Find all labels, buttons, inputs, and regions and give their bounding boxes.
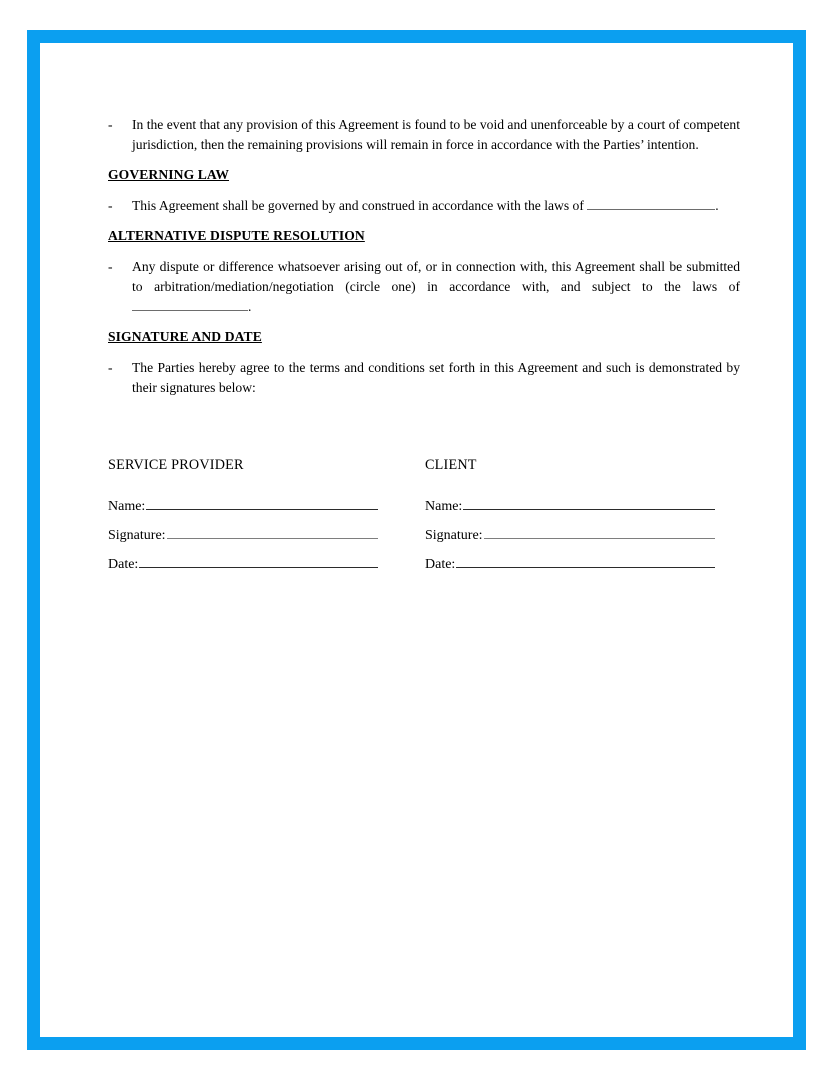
field-row-client-name: Name:	[425, 496, 715, 525]
heading-governing-law: GOVERNING LAW	[108, 167, 230, 182]
bullet-dash-icon: -	[108, 259, 113, 274]
field-row-service-provider-name: Name:	[108, 496, 425, 525]
document-page-sheet: - In the event that any provision of thi…	[40, 43, 793, 1037]
clause-governing-law-period: .	[715, 198, 719, 213]
field-row-service-provider-date: Date:	[108, 554, 425, 583]
heading-alternative-dispute-resolution: ALTERNATIVE DISPUTE RESOLUTION	[108, 228, 365, 243]
field-input-service-provider-date[interactable]	[139, 554, 378, 568]
page-blue-border-frame: - In the event that any provision of thi…	[27, 30, 806, 1050]
clause-adr-period: .	[248, 299, 252, 314]
clause-alternative-dispute-resolution: - Any dispute or difference whatsoever a…	[94, 257, 740, 317]
clause-adr-text: Any dispute or difference whatsoever ari…	[132, 257, 740, 317]
field-input-service-provider-name[interactable]	[146, 496, 378, 510]
clause-adr-lead: Any dispute or difference whatsoever ari…	[132, 259, 740, 294]
field-label-signature: Signature:	[108, 528, 166, 543]
bullet-dash-icon: -	[108, 117, 113, 132]
field-input-client-date[interactable]	[456, 554, 715, 568]
field-row-client-signature: Signature:	[425, 525, 715, 554]
field-input-client-signature[interactable]	[483, 525, 715, 539]
signature-column-service-provider: SERVICE PROVIDER Name: Signature: Date:	[108, 455, 425, 583]
clause-governing-law-text: This Agreement shall be governed by and …	[132, 196, 740, 216]
clause-severability: - In the event that any provision of thi…	[94, 115, 740, 155]
bullet-dash-icon: -	[108, 198, 113, 213]
field-label-date: Date:	[108, 557, 139, 572]
bullet-dash-icon: -	[108, 360, 113, 375]
field-label-signature: Signature:	[425, 528, 483, 543]
field-label-name: Name:	[108, 499, 146, 514]
signature-columns: SERVICE PROVIDER Name: Signature: Date:	[108, 455, 718, 583]
field-input-service-provider-signature[interactable]	[166, 525, 378, 539]
governing-law-jurisdiction-blank[interactable]	[587, 197, 716, 210]
signature-column-client: CLIENT Name: Signature: Date:	[425, 455, 715, 583]
adr-governing-law-blank[interactable]	[132, 298, 248, 311]
signature-block: SERVICE PROVIDER Name: Signature: Date:	[108, 455, 718, 583]
field-input-client-name[interactable]	[463, 496, 715, 510]
field-row-client-date: Date:	[425, 554, 715, 583]
document-content: - In the event that any provision of thi…	[94, 115, 740, 398]
clause-signature-and-date-text: The Parties hereby agree to the terms an…	[132, 360, 740, 395]
clause-governing-law: - This Agreement shall be governed by an…	[94, 196, 740, 216]
heading-signature-and-date: SIGNATURE AND DATE	[108, 329, 262, 344]
party-title-service-provider: SERVICE PROVIDER	[108, 457, 244, 473]
clause-governing-law-lead: This Agreement shall be governed by and …	[132, 198, 584, 213]
clause-severability-text: In the event that any provision of this …	[132, 117, 740, 152]
field-label-date: Date:	[425, 557, 456, 572]
field-label-name: Name:	[425, 499, 463, 514]
field-row-service-provider-signature: Signature:	[108, 525, 425, 554]
party-title-client: CLIENT	[425, 457, 477, 473]
clause-signature-and-date: - The Parties hereby agree to the terms …	[94, 358, 740, 398]
